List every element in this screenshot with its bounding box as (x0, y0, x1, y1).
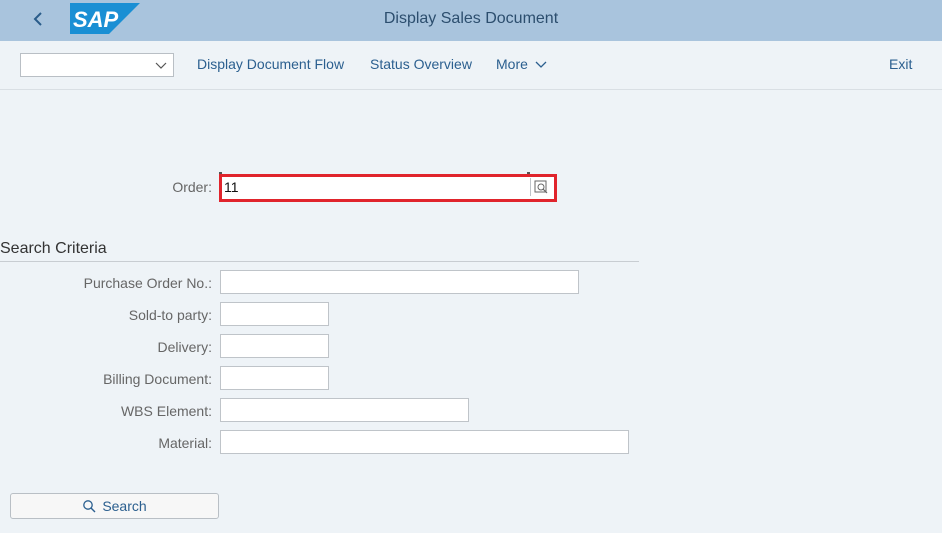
more-label: More (496, 56, 528, 72)
sap-logo: SAP (70, 3, 140, 34)
billing-document-input[interactable] (220, 366, 329, 390)
material-label: Material: (158, 435, 212, 451)
search-criteria-title: Search Criteria (0, 240, 107, 257)
svg-text:SAP: SAP (73, 7, 119, 32)
exit-button[interactable]: Exit (889, 56, 912, 72)
delivery-label: Delivery: (157, 339, 212, 355)
sold-to-party-label: Sold-to party: (128, 307, 212, 323)
search-button-label: Search (102, 498, 147, 514)
sold-to-party-input[interactable] (220, 302, 329, 326)
section-divider (0, 261, 639, 262)
order-label: Order: (172, 179, 212, 195)
status-overview-button[interactable]: Status Overview (370, 56, 472, 72)
more-menu-button[interactable]: More (496, 56, 547, 72)
order-input-value: 11 (224, 179, 239, 195)
toolbar: Display Document Flow Status Overview Mo… (0, 41, 942, 90)
chevron-left-icon (33, 12, 42, 26)
chevron-down-icon (155, 62, 167, 69)
value-help-button[interactable] (530, 178, 552, 196)
order-input[interactable]: 11 (222, 177, 554, 199)
back-button[interactable] (28, 8, 50, 30)
purchase-order-input[interactable] (220, 270, 579, 294)
search-button[interactable]: Search (10, 493, 219, 519)
value-help-icon (534, 180, 548, 194)
billing-document-label: Billing Document: (103, 371, 212, 387)
variant-select[interactable] (20, 53, 174, 77)
material-input[interactable] (220, 430, 629, 454)
shell-bar: Display Sales Document SAP (0, 0, 942, 41)
page-title: Display Sales Document (383, 10, 559, 27)
search-icon (83, 500, 96, 513)
wbs-element-input[interactable] (220, 398, 469, 422)
wbs-element-label: WBS Element: (120, 403, 212, 419)
chevron-down-icon (535, 61, 547, 69)
purchase-order-label: Purchase Order No.: (83, 275, 212, 291)
delivery-input[interactable] (220, 334, 329, 358)
display-document-flow-button[interactable]: Display Document Flow (197, 56, 344, 72)
